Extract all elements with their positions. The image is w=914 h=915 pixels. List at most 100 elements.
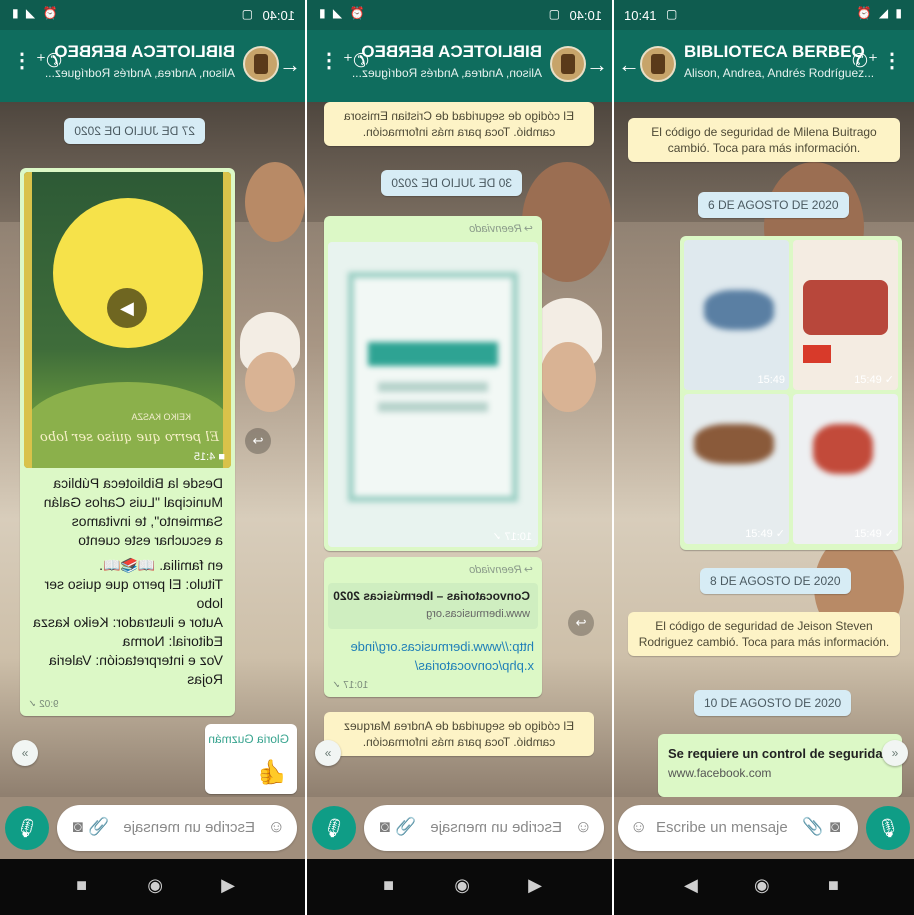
emoji-icon[interactable]: ☺ [268, 817, 285, 837]
mic-button[interactable]: 🎙 [312, 806, 356, 850]
status-bar: 10:40 ▢ ⏰ ◢ ▮ [307, 0, 612, 30]
chat-area[interactable]: 27 DE JULIO DE 2020 KEIKO KASZA El perro… [0, 102, 305, 797]
nav-back-icon[interactable]: ◀ [684, 875, 698, 896]
chat-area[interactable]: El código de seguridad de Cristian Emiso… [307, 102, 612, 797]
delivered-check-icon: ✓ [28, 699, 37, 710]
message-time: 10:17 [343, 680, 369, 691]
link-url[interactable]: http://www.ibermusicas.org/index.php/con… [344, 637, 534, 675]
video-message-bubble[interactable]: KEIKO KASZA El perro que quiso ser lobo … [20, 168, 235, 716]
message-placeholder: Escribe un mensaje [656, 819, 788, 836]
image-time: 10:17 [504, 531, 532, 543]
security-code-notice[interactable]: El código de seguridad de Cristian Emiso… [324, 102, 594, 146]
nav-recents-icon[interactable]: ■ [76, 875, 87, 896]
mic-button[interactable]: 🎙 [5, 806, 49, 850]
add-call-icon[interactable]: ✆⁺ [36, 50, 62, 73]
security-code-notice[interactable]: El código de seguridad de Jeison Steven … [628, 612, 900, 656]
back-arrow-icon[interactable]: ← [279, 52, 301, 78]
forwarded-link-bubble[interactable]: ↪ Reenviado Convocatorias – Ibermúsicas … [324, 557, 542, 697]
nav-recents-icon[interactable]: ■ [383, 875, 394, 896]
status-bar: 10:40 ▢ ⏰ ◢ ▮ [0, 0, 305, 30]
mic-button[interactable]: 🎙 [866, 806, 910, 850]
scroll-down-icon[interactable]: » [12, 740, 38, 766]
mirrored-content: 10:40 ▢ ⏰ ◢ ▮ ← BIBLIOTECA BERBEO Alison… [0, 0, 305, 915]
grid-image[interactable]: 15:49 ✓ [793, 394, 898, 544]
nav-home-icon[interactable]: ◉ [754, 875, 770, 896]
attach-icon[interactable]: 📎 [802, 817, 823, 837]
scroll-down-icon[interactable]: » [315, 740, 341, 766]
group-participants[interactable]: Alison, Andrea, Andrés Rodríguez... [352, 66, 542, 80]
group-avatar[interactable] [640, 46, 676, 82]
back-arrow-icon[interactable]: ← [618, 52, 640, 78]
forward-arrow-icon: ↪ [524, 223, 534, 235]
security-code-notice[interactable]: El código de seguridad de Andrea Marquez… [324, 712, 594, 756]
emoji-icon[interactable]: ☺ [575, 817, 592, 837]
add-call-icon[interactable]: ✆⁺ [852, 50, 878, 73]
delivered-check-icon: ✓ [884, 374, 894, 386]
caption-line: Desde la Biblioteca Pública [53, 475, 223, 491]
image-time: 15:49 [745, 528, 773, 540]
notification-icons: ▢ [666, 7, 678, 21]
link-preview[interactable]: Convocatorias – Ibermúsicas 2020 www.ibe… [328, 583, 538, 629]
forwarded-image-bubble[interactable]: ↪ Reenviado 10:17 ✓ [324, 216, 542, 551]
grid-image[interactable]: 15:49 ✓ [684, 394, 789, 544]
group-participants[interactable]: Alison, Andrea, Andrés Rodríguez... [684, 66, 874, 80]
attach-icon[interactable]: 📎 [88, 817, 109, 837]
nav-recents-icon[interactable]: ■ [828, 875, 839, 896]
message-input[interactable]: ☺ Escribe un mensaje 📎 ◙ [57, 805, 297, 851]
overflow-menu-icon[interactable]: ⋮ [319, 48, 339, 73]
signal-battery-icons: ⏰ ◢ ▮ [317, 6, 365, 20]
video-camera-icon: ■ [218, 451, 225, 463]
camera-icon[interactable]: ◙ [380, 817, 390, 837]
group-title[interactable]: BIBLIOTECA BERBEO [361, 42, 542, 62]
camera-icon[interactable]: ◙ [830, 817, 840, 837]
video-thumbnail[interactable]: KEIKO KASZA El perro que quiso ser lobo … [24, 172, 231, 468]
image-grid-bubble[interactable]: 15:49 15:49 ✓ 15:49 ✓ 15:49 ✓ [680, 236, 902, 550]
date-chip: 30 DE JULIO DE 2020 [381, 170, 522, 196]
message-input[interactable]: ☺ Escribe un mensaje 📎 ◙ [618, 805, 858, 851]
nav-back-icon[interactable]: ◀ [221, 875, 235, 896]
group-avatar[interactable] [550, 46, 586, 82]
caption-line: Titulo: El perro que quiso ser lobo [44, 576, 223, 611]
group-participants[interactable]: Alison, Andrea, Andrés Rodríguez... [45, 66, 235, 80]
group-avatar[interactable] [243, 46, 279, 82]
chat-header[interactable]: ← BIBLIOTECA BERBEO Alison, Andrea, Andr… [614, 30, 914, 102]
attach-icon[interactable]: 📎 [395, 817, 416, 837]
back-arrow-icon[interactable]: ← [586, 52, 608, 78]
group-title[interactable]: BIBLIOTECA BERBEO [684, 42, 865, 62]
date-chip: 27 DE JULIO DE 2020 [64, 118, 205, 144]
share-forward-icon[interactable]: ↪ [568, 610, 594, 636]
sender-name: Gloria Guzmán [208, 732, 289, 746]
caption-line: Autor e ilustrador: Keiko kasza [33, 614, 223, 630]
chat-area[interactable]: El código de seguridad de Milena Buitrag… [614, 102, 914, 797]
nav-back-icon[interactable]: ◀ [528, 875, 542, 896]
grid-image[interactable]: 15:49 ✓ [793, 240, 898, 390]
image-time: 15:49 [854, 528, 882, 540]
camera-icon[interactable]: ◙ [73, 817, 83, 837]
cover-author: KEIKO KASZA [131, 412, 191, 422]
add-call-icon[interactable]: ✆⁺ [343, 50, 369, 73]
phone-screen-2: 10:40 ▢ ⏰ ◢ ▮ ← BIBLIOTECA BERBEO Alison… [307, 0, 612, 915]
message-placeholder: Escribe un mensaje [430, 819, 562, 836]
overflow-menu-icon[interactable]: ⋮ [12, 48, 32, 73]
overflow-menu-icon[interactable]: ⋮ [882, 48, 902, 73]
date-chip: 10 DE AGOSTO DE 2020 [694, 690, 852, 716]
emoji-icon[interactable]: ☺ [630, 817, 647, 837]
link-message-bubble[interactable]: Se requiere un control de seguridad www.… [658, 734, 902, 797]
caption-line: Voz e interpretación: Valeria Rojas [48, 652, 223, 687]
chat-header[interactable]: ← BIBLIOTECA BERBEO Alison, Andrea, Andr… [307, 30, 612, 102]
mirrored-content: 10:40 ▢ ⏰ ◢ ▮ ← BIBLIOTECA BERBEO Alison… [307, 0, 612, 915]
chat-header[interactable]: ← BIBLIOTECA BERBEO Alison, Andrea, Andr… [0, 30, 305, 102]
nav-home-icon[interactable]: ◉ [147, 875, 163, 896]
incoming-message-bubble[interactable]: Gloria Guzmán 👍 [205, 724, 297, 794]
group-title[interactable]: BIBLIOTECA BERBEO [54, 42, 235, 62]
share-forward-icon[interactable]: ↪ [245, 428, 271, 454]
message-input[interactable]: ☺ Escribe un mensaje 📎 ◙ [364, 805, 604, 851]
blurred-image[interactable]: 10:17 ✓ [328, 242, 538, 547]
system-nav-bar: ◀ ◉ ■ [0, 859, 305, 915]
scroll-down-icon[interactable]: » [882, 740, 908, 766]
nav-home-icon[interactable]: ◉ [454, 875, 470, 896]
security-code-notice[interactable]: El código de seguridad de Milena Buitrag… [628, 118, 900, 162]
status-bar: 10:41 ▢ ⏰ ◢ ▮ [614, 0, 914, 30]
grid-image[interactable]: 15:49 [684, 240, 789, 390]
play-icon[interactable]: ▶ [107, 288, 147, 328]
